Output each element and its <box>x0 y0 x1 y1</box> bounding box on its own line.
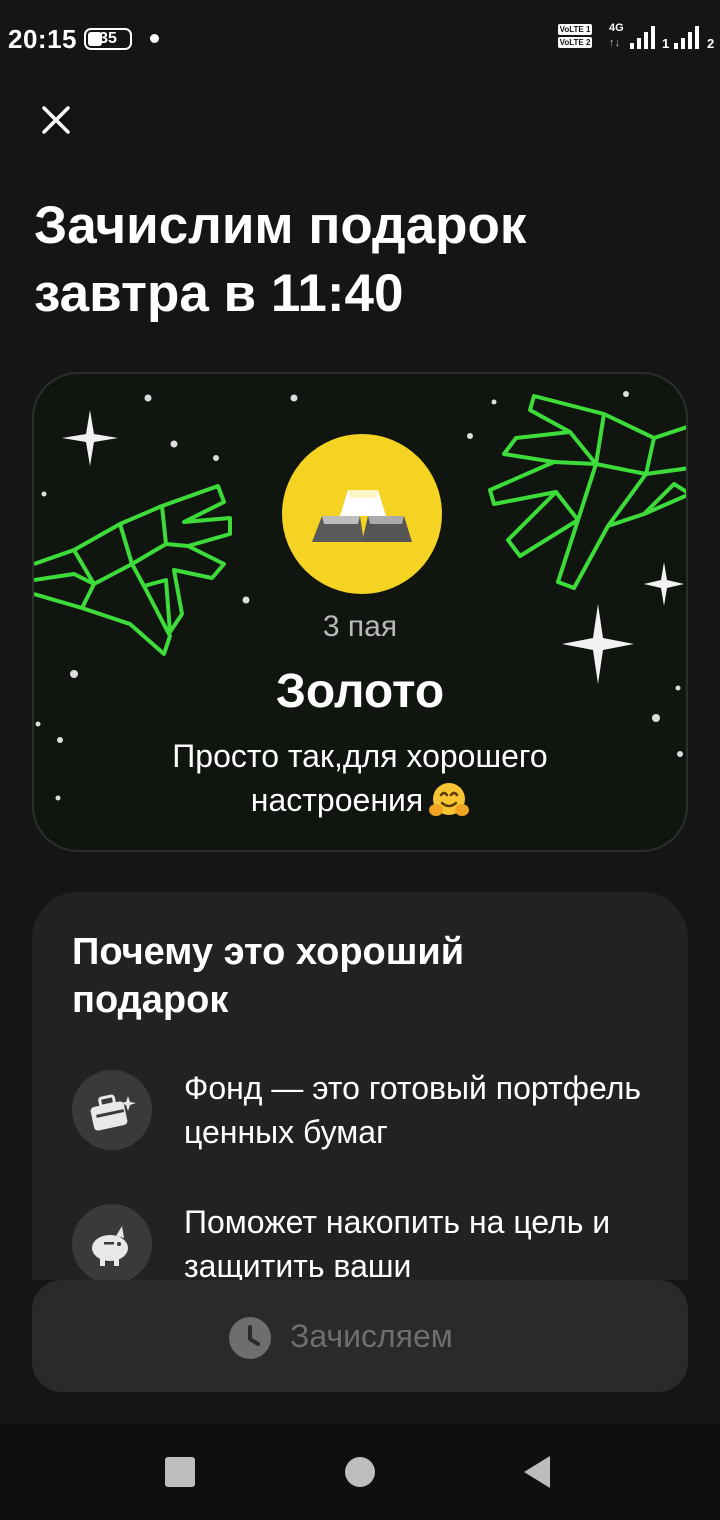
volte-1-badge: VoLTE 1 <box>558 24 592 35</box>
crediting-button[interactable]: Зачисляем <box>32 1280 688 1392</box>
why-gift-card: Почему это хороший подарок Фонд — это го… <box>32 892 688 1280</box>
gift-message: Просто так,для хорошего настроения <box>124 734 596 822</box>
close-button[interactable] <box>32 96 80 144</box>
sim2-number: 2 <box>707 36 715 51</box>
gift-card: 3 пая Золото Просто так,для хорошего нас… <box>32 372 688 852</box>
crediting-label: Зачисляем <box>290 1318 453 1354</box>
status-bar: 20:15 35 VoLTE 1 VoLTE 2 4G ↑↓ 1 2 <box>0 0 720 80</box>
home-icon <box>345 1457 375 1487</box>
recent-apps-button[interactable] <box>160 1452 200 1492</box>
close-icon <box>42 106 70 134</box>
gold-coin-icon <box>282 434 442 594</box>
back-icon <box>524 1456 550 1488</box>
gift-date: 3 пая <box>322 610 398 643</box>
notification-dot-icon <box>150 34 159 43</box>
sim1-number: 1 <box>662 36 670 51</box>
why-item-text: Поможет накопить на цель и защитить ваши <box>184 1204 611 1280</box>
piggy-bank-icon <box>92 1226 128 1266</box>
hugging-face-emoji-icon <box>429 781 470 817</box>
system-nav-bar <box>0 1424 720 1520</box>
gold-bars-icon <box>312 490 412 542</box>
why-item: Фонд — это готовый портфель ценных бумаг <box>72 1070 672 1170</box>
back-button[interactable] <box>518 1452 558 1492</box>
recent-apps-icon <box>165 1457 195 1487</box>
data-arrows-icon: ↑↓ <box>609 37 620 49</box>
gift-message-text: Просто так,для хорошего настроения <box>172 738 548 818</box>
why-item: Поможет накопить на цель и защитить ваши <box>72 1204 672 1280</box>
gift-name: Золото <box>275 665 445 718</box>
page-title: Зачислим подарок завтра в 11:40 <box>34 196 527 323</box>
battery-icon: 35 <box>84 28 132 50</box>
signal-sim2-icon <box>674 26 699 49</box>
why-item-text: Фонд — это готовый портфель ценных бумаг <box>184 1070 642 1150</box>
battery-level: 35 <box>99 30 117 47</box>
status-time: 20:15 <box>8 24 77 54</box>
volte-2-badge: VoLTE 2 <box>558 37 592 48</box>
briefcase-icon <box>90 1094 136 1131</box>
home-button[interactable] <box>340 1452 380 1492</box>
why-title: Почему это хороший подарок <box>72 931 465 1021</box>
network-type: 4G <box>609 22 624 34</box>
signal-sim1-icon <box>630 26 655 49</box>
clock-icon <box>229 1317 271 1359</box>
